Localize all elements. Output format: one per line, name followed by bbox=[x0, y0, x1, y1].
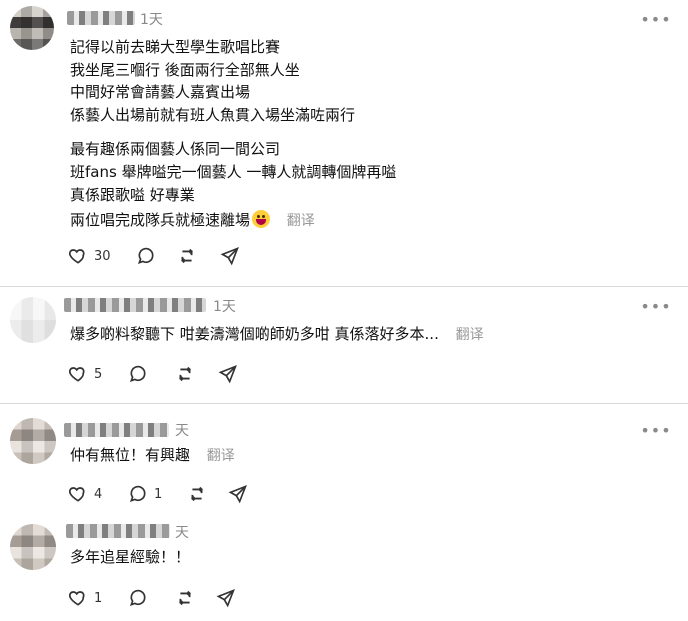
send-icon bbox=[218, 365, 237, 384]
share-button[interactable] bbox=[228, 482, 268, 506]
avatar[interactable] bbox=[10, 418, 56, 464]
like-count: 30 bbox=[94, 248, 111, 264]
post-actions: 1 bbox=[68, 586, 256, 610]
post-3: 天 ••• 仲有無位！有興趣 翻译 4 1 bbox=[0, 404, 688, 516]
more-icon[interactable]: ••• bbox=[640, 10, 670, 29]
share-button[interactable] bbox=[218, 362, 258, 386]
repost-icon bbox=[179, 366, 191, 382]
avatar[interactable] bbox=[10, 524, 56, 570]
reply-button[interactable] bbox=[128, 362, 174, 386]
post-actions: 5 bbox=[68, 362, 258, 386]
post-text-line: 真係跟歌嗌 好專業 bbox=[70, 186, 195, 204]
post-2: 1天 ••• 爆多啲料黎聽下 咁姜濤灣個啲師奶多咁 真係落好多本... 翻译 5 bbox=[0, 287, 688, 403]
username-blurred[interactable] bbox=[67, 11, 135, 25]
post-4: 天 多年追星經驗！！ 1 bbox=[0, 516, 688, 621]
repost-button[interactable] bbox=[186, 482, 228, 506]
like-button[interactable]: 5 bbox=[68, 362, 128, 386]
repost-button[interactable] bbox=[174, 362, 218, 386]
post-text: 爆多啲料黎聽下 咁姜濤灣個啲師奶多咁 真係落好多本... 翻译 bbox=[70, 323, 484, 347]
post-text: 多年追星經驗！！ bbox=[70, 548, 191, 566]
post-time: 1天 bbox=[140, 12, 163, 28]
username-blurred[interactable] bbox=[66, 524, 170, 538]
avatar[interactable] bbox=[10, 6, 54, 50]
post-text-content: 爆多啲料黎聽下 咁姜濤灣個啲師奶多咁 真係落好多本... bbox=[70, 325, 439, 343]
avatar[interactable] bbox=[10, 297, 56, 343]
username-blurred[interactable] bbox=[64, 423, 169, 437]
post-time: 1天 bbox=[213, 299, 236, 315]
post-text-line: 係藝人出場前就有班人魚貫入場坐滿咗兩行 bbox=[70, 106, 356, 124]
post-actions: 4 1 bbox=[68, 482, 268, 506]
post-text-content: 仲有無位！有興趣 bbox=[70, 446, 191, 464]
grinning-face-emoji-icon bbox=[252, 210, 271, 228]
translate-link[interactable]: 翻译 bbox=[287, 213, 315, 229]
more-icon[interactable]: ••• bbox=[640, 421, 670, 440]
like-button[interactable]: 1 bbox=[68, 586, 128, 610]
post-text: 仲有無位！有興趣 翻译 bbox=[70, 444, 235, 468]
translate-link[interactable]: 翻译 bbox=[207, 448, 235, 464]
comment-icon bbox=[129, 485, 146, 503]
send-icon bbox=[228, 485, 247, 504]
share-button[interactable] bbox=[216, 586, 256, 610]
translate-link[interactable]: 翻译 bbox=[456, 327, 484, 343]
reply-button[interactable] bbox=[128, 586, 174, 610]
post-text-line: 班fans 舉牌嗌完一個藝人 一轉人就調轉個牌再嗌 bbox=[70, 163, 397, 181]
username-blurred[interactable] bbox=[64, 298, 206, 312]
heart-icon bbox=[68, 487, 85, 502]
send-icon bbox=[220, 247, 239, 266]
more-icon[interactable]: ••• bbox=[640, 297, 670, 316]
repost-icon bbox=[191, 486, 203, 502]
post-actions: 30 bbox=[68, 244, 260, 268]
like-count: 5 bbox=[94, 366, 103, 382]
share-button[interactable] bbox=[220, 244, 260, 268]
post-text-line-9: 兩位唱完成隊兵就極速離場 bbox=[70, 211, 251, 229]
heart-icon bbox=[68, 591, 85, 606]
reply-button[interactable] bbox=[136, 244, 176, 268]
repost-button[interactable] bbox=[176, 244, 220, 268]
like-count: 1 bbox=[94, 590, 103, 606]
like-button[interactable]: 4 bbox=[68, 482, 128, 506]
post-text-line: 最有趣係兩個藝人係同一間公司 bbox=[70, 140, 281, 158]
post-text-line: 兩位唱完成隊兵就極速離場 翻译 bbox=[70, 207, 315, 233]
comment-icon bbox=[137, 247, 154, 265]
post-time: 天 bbox=[175, 525, 189, 541]
comment-icon bbox=[129, 365, 146, 383]
heart-icon bbox=[68, 367, 85, 382]
reply-button[interactable]: 1 bbox=[128, 482, 186, 506]
like-button[interactable]: 30 bbox=[68, 244, 136, 268]
post-text-line: 記得以前去睇大型學生歌唱比賽 bbox=[70, 38, 281, 56]
repost-button[interactable] bbox=[174, 586, 216, 610]
post-time: 天 bbox=[175, 423, 189, 439]
heart-icon bbox=[68, 249, 85, 264]
comment-icon bbox=[129, 589, 146, 607]
post-text-line: 中間好常會請藝人嘉賓出場 bbox=[70, 83, 251, 101]
repost-icon bbox=[179, 590, 191, 606]
reply-count: 1 bbox=[154, 486, 163, 502]
like-count: 4 bbox=[94, 486, 103, 502]
send-icon bbox=[216, 589, 235, 608]
post-1: 1天 ••• 記得以前去睇大型學生歌唱比賽 我坐尾三嗰行 後面兩行全部無人坐 中… bbox=[0, 0, 688, 286]
repost-icon bbox=[181, 248, 193, 264]
post-text-line: 我坐尾三嗰行 後面兩行全部無人坐 bbox=[70, 61, 300, 79]
